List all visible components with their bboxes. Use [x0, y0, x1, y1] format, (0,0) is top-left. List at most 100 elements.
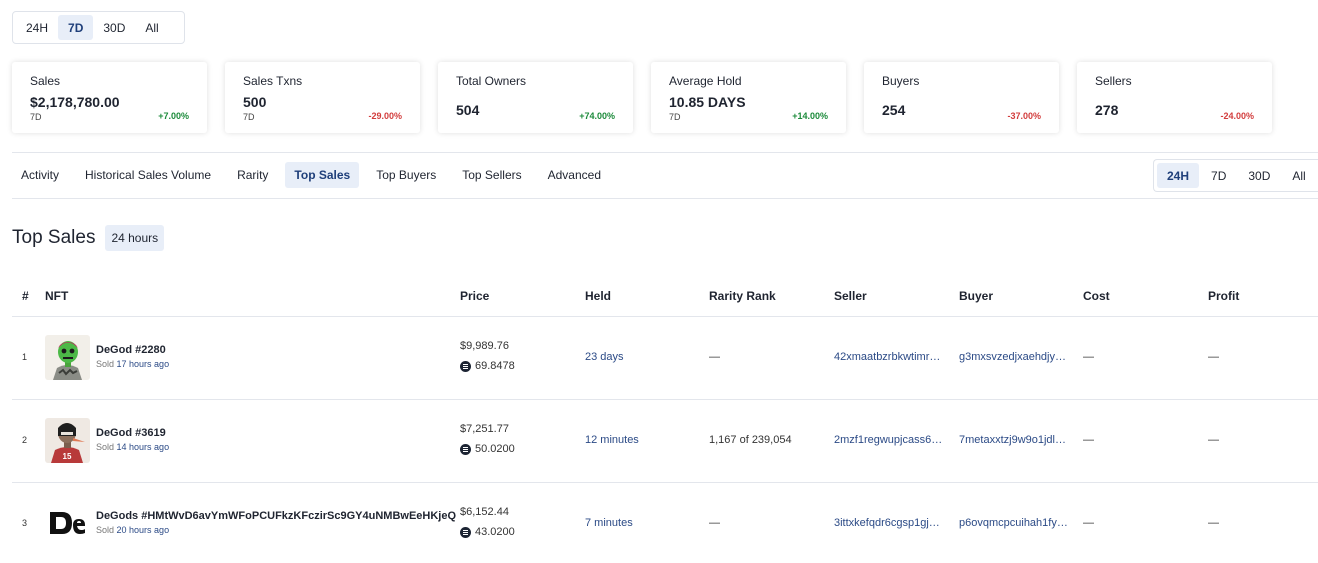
period-badge: 24 hours: [105, 225, 165, 251]
range-7d-button[interactable]: 7D: [58, 15, 94, 40]
rarity-rank: 1,167 of 239,054: [709, 434, 792, 446]
buyer-address-link[interactable]: 7metaxxtzj9w9o1jdl…: [959, 434, 1066, 446]
stat-change: -29.00%: [368, 111, 402, 121]
buyer-address-link[interactable]: g3mxsvzedjxaehdjy…: [959, 351, 1066, 363]
seller-address-link[interactable]: 3ittxkefqdr6cgsp1gj…: [834, 517, 940, 529]
tab-historical-sales-volume[interactable]: Historical Sales Volume: [76, 162, 220, 188]
solana-icon: [460, 443, 471, 455]
svg-text:15: 15: [63, 452, 72, 461]
range-30d-button[interactable]: 30D: [1238, 163, 1280, 188]
column-header-price: Price: [460, 289, 490, 303]
rarity-rank: —: [709, 351, 720, 363]
sold-time: Sold 20 hours ago: [96, 525, 169, 535]
stat-card-average-hold: Average Hold 10.85 DAYS 7D +14.00%: [651, 62, 846, 133]
price-usd: $6,152.44: [460, 506, 509, 518]
profit-value: —: [1208, 434, 1219, 446]
nft-name[interactable]: DeGods #HMtWvD6avYmWFoPCUFkzKFczirSc9GY4…: [96, 510, 456, 522]
stat-change: +74.00%: [579, 111, 615, 121]
price-sol: 43.0200: [460, 526, 515, 538]
sold-time-link[interactable]: 20 hours ago: [117, 525, 170, 535]
table-row[interactable]: 2 15 DeGod #3619 Sold 14 hours ago $7,25…: [12, 400, 1318, 483]
price-usd: $7,251.77: [460, 423, 509, 435]
seller-address-link[interactable]: 2mzf1regwupjcass6…: [834, 434, 942, 446]
sold-time-link[interactable]: 14 hours ago: [117, 442, 170, 452]
stat-change: -24.00%: [1220, 111, 1254, 121]
cost-value: —: [1083, 517, 1094, 529]
top-sales-table: # NFT Price Held Rarity Rank Seller Buye…: [12, 274, 1318, 563]
tab-activity[interactable]: Activity: [12, 162, 68, 188]
stat-label: Buyers: [882, 74, 920, 88]
top-range-selector: 24H 7D 30D All: [12, 11, 185, 44]
held-duration[interactable]: 7 minutes: [585, 517, 633, 529]
profit-value: —: [1208, 351, 1219, 363]
tab-rarity[interactable]: Rarity: [228, 162, 277, 188]
range-24h-button[interactable]: 24H: [1157, 163, 1200, 188]
buyer-address-link[interactable]: p6ovqmcpcuihah1fy…: [959, 517, 1068, 529]
sold-time: Sold 17 hours ago: [96, 359, 169, 369]
price-sol-value: 69.8478: [475, 360, 515, 372]
nft-thumbnail[interactable]: [45, 335, 90, 380]
table-row[interactable]: 1 DeGod #2280 Sold 17 hours ago $9,989.7…: [12, 317, 1318, 400]
nft-thumbnail[interactable]: 15: [45, 418, 90, 463]
price-sol: 50.0200: [460, 443, 515, 455]
rarity-rank: —: [709, 517, 720, 529]
sold-prefix: Sold: [96, 359, 115, 369]
range-7d-button[interactable]: 7D: [1201, 163, 1236, 188]
nft-name[interactable]: DeGod #2280: [96, 344, 166, 356]
row-index: 3: [22, 518, 28, 528]
tab-top-sales[interactable]: Top Sales: [285, 162, 360, 188]
solana-icon: [460, 526, 471, 538]
stats-row: Sales $2,178,780.00 7D +7.00% Sales Txns…: [12, 62, 1272, 133]
stat-value: 500: [243, 94, 267, 110]
range-30d-button[interactable]: 30D: [93, 15, 135, 40]
column-header-nft: NFT: [45, 289, 69, 303]
sold-time: Sold 14 hours ago: [96, 442, 169, 452]
section-tab-bar: Activity Historical Sales Volume Rarity …: [12, 152, 1318, 199]
stat-label: Sales Txns: [243, 74, 303, 88]
stat-label: Sales: [30, 74, 61, 88]
cost-value: —: [1083, 434, 1094, 446]
stat-label: Total Owners: [456, 74, 527, 88]
stat-change: +14.00%: [792, 111, 828, 121]
column-header-rarity-rank: Rarity Rank: [709, 289, 776, 303]
profit-value: —: [1208, 517, 1219, 529]
range-all-button[interactable]: All: [1282, 163, 1315, 188]
range-24h-button[interactable]: 24H: [16, 15, 58, 40]
section-range-selector: 24H 7D 30D All: [1153, 159, 1318, 192]
column-header-index: #: [22, 289, 29, 303]
column-header-seller: Seller: [834, 289, 867, 303]
sold-time-link[interactable]: 17 hours ago: [117, 359, 170, 369]
stat-label: Average Hold: [669, 74, 742, 88]
tab-advanced[interactable]: Advanced: [539, 162, 610, 188]
row-index: 1: [22, 352, 28, 362]
column-header-held: Held: [585, 289, 612, 303]
price-sol-value: 50.0200: [475, 443, 515, 455]
seller-address-link[interactable]: 42xmaatbzrbkwtimr…: [834, 351, 940, 363]
stat-label: Sellers: [1095, 74, 1132, 88]
table-row[interactable]: 3 DeGods #HMtWvD6avYmWFoPCUFkzKFczirSc9G…: [12, 483, 1318, 563]
held-duration[interactable]: 12 minutes: [585, 434, 639, 446]
table-header: # NFT Price Held Rarity Rank Seller Buye…: [12, 274, 1318, 317]
stat-change: -37.00%: [1007, 111, 1041, 121]
cost-value: —: [1083, 351, 1094, 363]
price-sol: 69.8478: [460, 360, 515, 372]
nft-name[interactable]: DeGod #3619: [96, 427, 166, 439]
nft-thumbnail[interactable]: [45, 501, 90, 546]
stat-value: 10.85 DAYS: [669, 94, 746, 110]
price-sol-value: 43.0200: [475, 526, 515, 538]
tab-top-sellers[interactable]: Top Sellers: [453, 162, 530, 188]
stat-card-buyers: Buyers 254 -37.00%: [864, 62, 1059, 133]
column-header-profit: Profit: [1208, 289, 1240, 303]
column-header-cost: Cost: [1083, 289, 1110, 303]
row-index: 2: [22, 435, 28, 445]
range-all-button[interactable]: All: [135, 15, 168, 40]
section-title: Top Sales: [12, 227, 96, 248]
stat-card-sales-txns: Sales Txns 500 7D -29.00%: [225, 62, 420, 133]
solana-icon: [460, 360, 471, 372]
stat-change: +7.00%: [158, 111, 189, 121]
held-duration[interactable]: 23 days: [585, 351, 624, 363]
sold-prefix: Sold: [96, 525, 115, 535]
tab-top-buyers[interactable]: Top Buyers: [367, 162, 445, 188]
price-usd: $9,989.76: [460, 340, 509, 352]
stat-value: $2,178,780.00: [30, 94, 120, 110]
